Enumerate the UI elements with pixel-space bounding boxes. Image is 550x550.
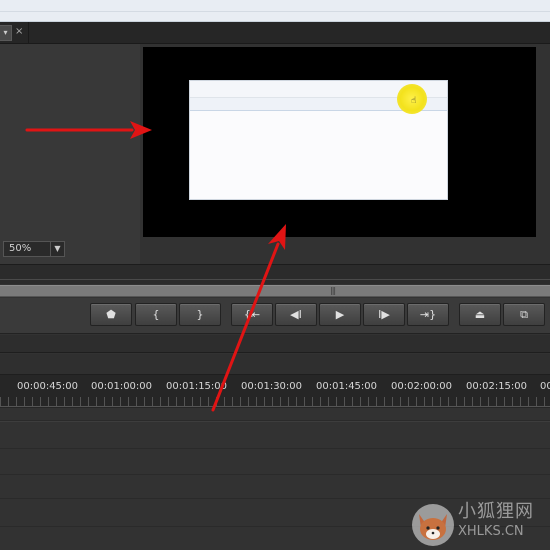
- watermark-logo: 小狐狸网 XHLKS.CN: [408, 498, 550, 550]
- watermark-domain: XHLKS.CN: [458, 524, 524, 539]
- premiere-workspace: ▾ × ☝ 50% ▼ ||| ⬟ { } {⇤ ◀Ι ▶ Ι▶ ⇥} ⏏ ⧉ …: [0, 0, 550, 550]
- watermark-brand-cn: 小狐狸网: [458, 501, 534, 522]
- red-arrow-up-shaft: [211, 242, 280, 412]
- fox-logo-icon: [412, 504, 454, 546]
- annotation-arrows: [25, 121, 286, 412]
